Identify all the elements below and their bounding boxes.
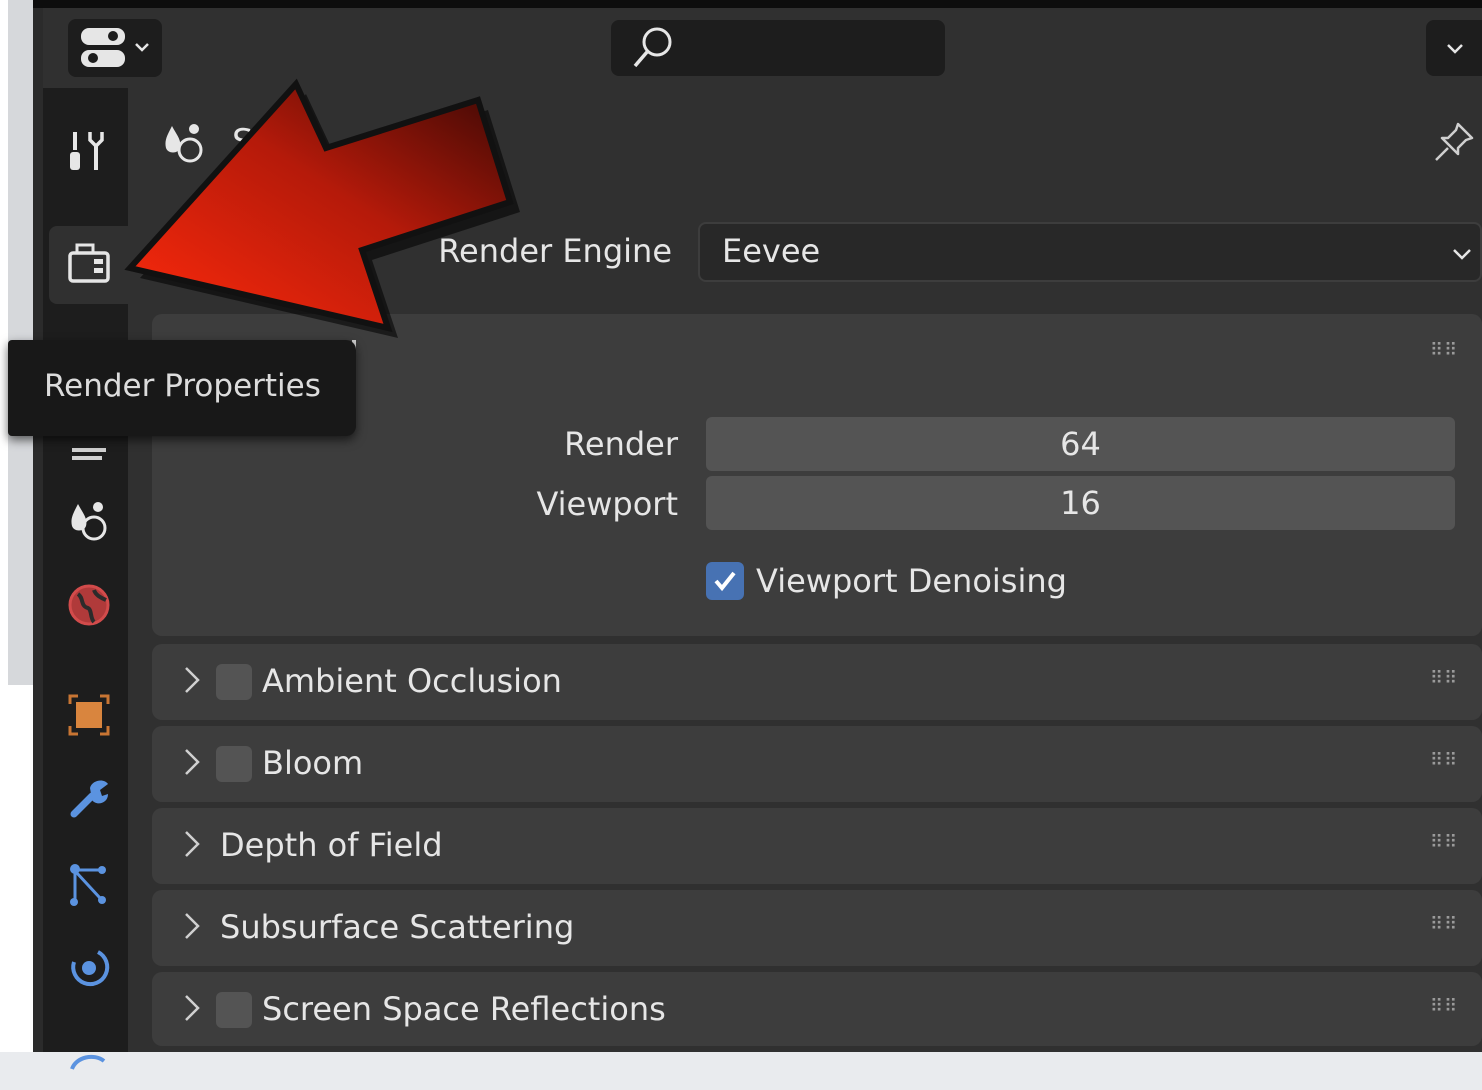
tab-physics[interactable] — [49, 930, 128, 1008]
pin-icon[interactable] — [1430, 118, 1478, 166]
window-frame-top — [33, 0, 1482, 8]
tab-modifiers[interactable] — [49, 760, 128, 838]
panel-title: Depth of Field — [220, 826, 443, 864]
panel-title: Ambient Occlusion — [262, 662, 562, 700]
render-icon — [67, 243, 110, 283]
panel-grip-icon[interactable]: ⠿⠿ — [1430, 914, 1458, 935]
chevron-right-icon — [185, 749, 200, 775]
modifier-icon — [70, 780, 108, 818]
tab-particles[interactable] — [49, 846, 128, 924]
chevron-right-icon — [185, 913, 200, 939]
ambient-occlusion-checkbox[interactable] — [216, 664, 252, 700]
tool-icon — [69, 132, 104, 170]
panel-grip-icon[interactable]: ⠿⠿ — [1430, 832, 1458, 853]
world-icon — [68, 584, 109, 626]
panel-title: Subsurface Scattering — [220, 908, 575, 946]
search-input[interactable] — [611, 20, 945, 76]
particles-icon — [69, 864, 106, 906]
chevron-right-icon — [185, 667, 200, 693]
tab-scene[interactable] — [49, 480, 128, 558]
physics-icon — [70, 950, 109, 987]
panel-grip-icon[interactable]: ⠿⠿ — [1430, 750, 1458, 771]
search-icon — [633, 27, 672, 68]
tab-object[interactable] — [49, 676, 128, 754]
panel-title: Screen Space Reflections — [262, 990, 666, 1028]
constraint-icon — [69, 1054, 105, 1070]
tab-constraints[interactable] — [49, 1012, 128, 1090]
panel-grip-icon[interactable]: ⠿⠿ — [1430, 996, 1458, 1017]
object-icon — [68, 694, 109, 736]
checkmark-icon — [714, 571, 736, 592]
annotation-arrow-icon — [124, 78, 520, 338]
chevron-down-icon — [1447, 44, 1463, 54]
chevron-right-icon — [185, 831, 200, 857]
viewport-samples-label: Viewport — [536, 485, 678, 523]
viewport-samples-field[interactable]: 16 — [706, 476, 1455, 530]
tab-world[interactable] — [49, 566, 128, 644]
bloom-checkbox[interactable] — [216, 746, 252, 782]
panel-grip-icon[interactable]: ⠿⠿ — [1430, 668, 1458, 689]
viewport-denoising-checkbox[interactable] — [706, 562, 744, 600]
chevron-right-icon — [185, 995, 200, 1021]
chevron-down-icon — [1453, 249, 1471, 260]
screen-space-reflections-checkbox[interactable] — [216, 992, 252, 1028]
panel-grip-icon[interactable]: ⠿⠿ — [1430, 340, 1458, 361]
properties-editor-icon — [81, 28, 149, 67]
editor-type-button[interactable] — [68, 19, 162, 77]
panel-title: Bloom — [262, 744, 364, 782]
render-samples-field[interactable]: 64 — [706, 417, 1455, 471]
viewport-denoising-label: Viewport Denoising — [756, 562, 1067, 600]
tooltip-text: Render Properties — [44, 368, 321, 404]
render-engine-value: Eevee — [722, 232, 821, 270]
header-options-dropdown[interactable] — [1426, 20, 1482, 76]
scene-icon — [70, 502, 106, 541]
render-samples-label: Render — [564, 425, 678, 463]
